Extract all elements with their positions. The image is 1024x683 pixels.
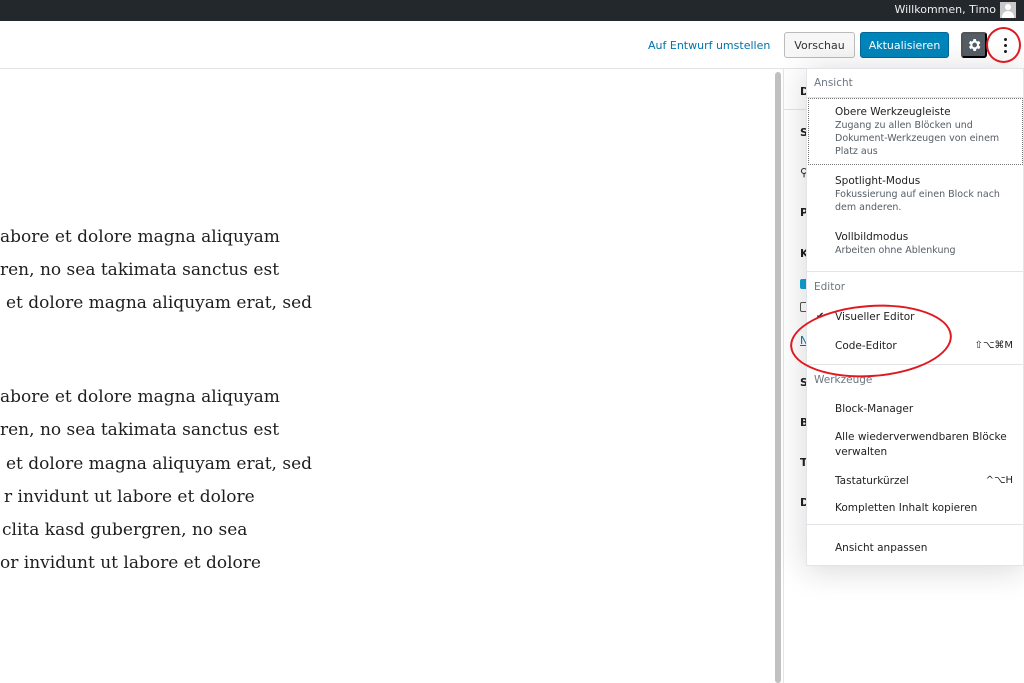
menu-item-title: Kompletten Inhalt kopieren	[835, 502, 978, 514]
sidebar-divider	[784, 109, 808, 110]
menu-item-title: Alle wiederverwendbaren Blöcke verwalten	[835, 431, 1007, 458]
menu-item-fullscreen[interactable]: Vollbildmodus Arbeiten ohne Ablenkung	[835, 230, 1021, 257]
menu-item-top-toolbar[interactable]: Obere Werkzeugleiste Zugang zu allen Blö…	[835, 105, 1021, 158]
avatar-icon[interactable]	[1000, 2, 1016, 18]
paragraph-line[interactable]: ren, no sea takimata sanctus est	[0, 260, 279, 280]
welcome-text[interactable]: Willkommen, Timo	[894, 3, 996, 16]
editor-header: Auf Entwurf umstellen Vorschau Aktualisi…	[0, 21, 1024, 69]
menu-item-title: Vollbildmodus	[835, 231, 909, 243]
menu-separator	[807, 271, 1023, 272]
paragraph-line[interactable]: or invidunt ut labore et dolore	[0, 553, 261, 573]
canvas-scrollbar[interactable]	[775, 72, 781, 683]
menu-group-editor: Editor	[814, 281, 846, 293]
settings-button[interactable]	[961, 32, 987, 58]
paragraph-line[interactable]: abore et dolore magna aliquyam	[0, 227, 280, 247]
paragraph-line[interactable]: ren, no sea takimata sanctus est	[0, 420, 279, 440]
menu-item-title: Obere Werkzeugleiste	[835, 106, 951, 118]
switch-to-draft-link[interactable]: Auf Entwurf umstellen	[648, 39, 770, 52]
code-editor-shortcut: ⇧⌥⌘M	[974, 340, 1013, 351]
paragraph-line[interactable]: et dolore magna aliquyam erat, sed	[6, 454, 312, 474]
update-button[interactable]: Aktualisieren	[860, 32, 949, 58]
admin-bar: Willkommen, Timo	[0, 0, 1024, 21]
menu-item-customize-view[interactable]: Ansicht anpassen	[835, 541, 1021, 555]
gear-icon	[968, 39, 981, 51]
paragraph-line[interactable]: abore et dolore magna aliquyam	[0, 387, 280, 407]
menu-item-spotlight[interactable]: Spotlight-Modus Fokussierung auf einen B…	[835, 174, 1021, 214]
menu-item-description: Zugang zu allen Blöcken und Dokument-Wer…	[835, 120, 1000, 157]
menu-item-title: Ansicht anpassen	[835, 542, 928, 554]
menu-separator	[807, 524, 1023, 525]
editor-canvas[interactable]: abore et dolore magna aliquyam ren, no s…	[0, 69, 775, 683]
paragraph-line[interactable]: r invidunt ut labore et dolore	[4, 487, 255, 507]
preview-button[interactable]: Vorschau	[784, 32, 855, 58]
menu-item-reusable-blocks[interactable]: Alle wiederverwendbaren Blöcke verwalten	[835, 430, 1021, 460]
menu-item-title: Spotlight-Modus	[835, 175, 921, 187]
menu-item-description: Arbeiten ohne Ablenkung	[835, 245, 956, 256]
annotation-circle-more-button	[986, 27, 1021, 63]
menu-group-view: Ansicht	[814, 77, 853, 89]
paragraph-line[interactable]: et dolore magna aliquyam erat, sed	[6, 293, 312, 313]
keyboard-shortcuts-key: ^⌥H	[985, 475, 1013, 486]
menu-item-copy-all-content[interactable]: Kompletten Inhalt kopieren	[835, 501, 1021, 515]
paragraph-line[interactable]: clita kasd gubergren, no sea	[2, 520, 247, 540]
menu-item-block-manager[interactable]: Block-Manager	[835, 402, 1021, 416]
menu-item-title: Block-Manager	[835, 403, 914, 415]
menu-item-description: Fokussierung auf einen Block nach dem an…	[835, 189, 1000, 213]
